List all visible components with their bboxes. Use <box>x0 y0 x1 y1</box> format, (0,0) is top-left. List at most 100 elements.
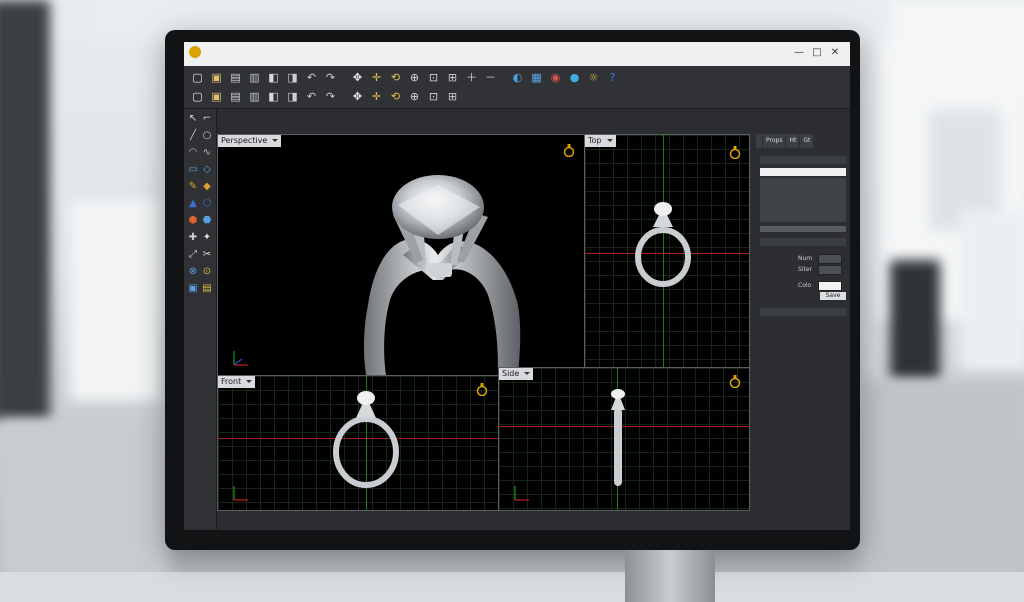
material-icon[interactable]: ● <box>567 70 582 85</box>
point-icon[interactable]: ▥ <box>247 89 262 104</box>
tool-palette-icon[interactable]: ⊗ <box>187 266 199 278</box>
tab-ht[interactable]: Ht <box>786 134 800 148</box>
color-swatch[interactable] <box>818 281 842 291</box>
viewport-front[interactable]: Front <box>217 375 499 511</box>
ring-icon[interactable] <box>476 382 488 396</box>
blurred-shelf-left <box>0 0 50 420</box>
render-icon[interactable]: ◉ <box>548 70 563 85</box>
ring-icon[interactable] <box>729 145 741 159</box>
tool-palette-icon[interactable]: ⤢ <box>187 249 199 261</box>
tool-palette-icon[interactable]: ▭ <box>187 164 199 176</box>
panel-icon-row <box>760 156 846 164</box>
layer-icon[interactable]: ⊞ <box>445 89 460 104</box>
transform-icon[interactable]: ✥ <box>350 89 365 104</box>
blurred-monitor-left <box>70 200 160 400</box>
viewport-perspective[interactable]: Perspective <box>217 134 585 376</box>
viewport-front-label[interactable]: Front <box>218 376 256 388</box>
tool-palette-icon[interactable]: ⊙ <box>201 266 213 278</box>
blurred-monitor-right <box>960 210 1024 370</box>
tool-palette-icon[interactable]: ✦ <box>201 232 213 244</box>
redo-icon[interactable]: ↷ <box>323 70 338 85</box>
tool-palette-icon[interactable]: ▲ <box>187 198 199 210</box>
tool-palette-icon[interactable]: ✚ <box>187 232 199 244</box>
tool-palette-icon[interactable]: ◠ <box>187 147 199 159</box>
tool-palette-icon[interactable]: ⬣ <box>201 215 213 227</box>
num-label: Num <box>798 255 813 262</box>
open-icon[interactable]: ▣ <box>209 70 224 85</box>
viewport-top[interactable]: Top <box>584 134 750 368</box>
minimize-button[interactable]: — <box>792 47 806 59</box>
ring-icon[interactable] <box>729 374 741 388</box>
layer-list[interactable] <box>760 178 846 222</box>
tool-palette-icon[interactable]: ○ <box>201 130 213 142</box>
ring-render-front <box>333 391 399 488</box>
viewport-side[interactable]: Side <box>498 367 750 511</box>
solid-icon[interactable]: ↶ <box>304 89 319 104</box>
tool-palette-icon[interactable]: ▤ <box>201 283 213 295</box>
fillet-icon[interactable]: ⊕ <box>407 89 422 104</box>
color-label: Colo <box>798 282 812 289</box>
monitor: — □ ✕ ▢ ▣ ▤ ▥ ◧ ◨ ↶ ↷ ✥ ✛ ⟲ ⊕ ⊡ ⊞ ＋－ ◐ ▦ ◉ ● ☼? ▢ ▣ ▤ ▥ ◧ ◨ ↶ ↷ ✥ ✛ ⟲… <box>165 30 860 602</box>
tool-palette-icon[interactable]: ⌐ <box>201 113 213 125</box>
tool-palette-icon[interactable]: ▣ <box>187 283 199 295</box>
tab-props[interactable]: Props <box>763 134 786 148</box>
tool-palette-icon[interactable]: ◇ <box>201 164 213 176</box>
viewport-side-label[interactable]: Side <box>499 368 534 380</box>
curve-icon[interactable]: ◧ <box>266 89 281 104</box>
axis-gizmo-icon <box>514 486 529 501</box>
app-logo-icon <box>189 46 201 58</box>
zoom-icon[interactable]: ⊕ <box>407 70 422 85</box>
zoom-window-icon[interactable]: ⊡ <box>426 70 441 85</box>
dimension-icon[interactable]: ⊡ <box>426 89 441 104</box>
undo-icon[interactable]: ↶ <box>304 70 319 85</box>
tool-palette-icon[interactable]: ◆ <box>201 181 213 193</box>
blurred-desk-left <box>0 420 170 572</box>
tool-palette-icon[interactable]: ↖ <box>187 113 199 125</box>
grid-icon[interactable]: ▦ <box>529 70 544 85</box>
pan-icon[interactable]: ✥ <box>350 70 365 85</box>
siter-field[interactable] <box>818 265 842 275</box>
axis-gizmo-icon <box>233 351 248 366</box>
save-icon[interactable]: ▤ <box>228 70 243 85</box>
tab-home[interactable] <box>756 134 762 148</box>
tool-palette-icon[interactable]: ╱ <box>187 130 199 142</box>
title-bar: — □ ✕ <box>184 42 850 66</box>
mesh-icon[interactable]: ↷ <box>323 89 338 104</box>
layer-list-header[interactable] <box>760 168 846 176</box>
array-icon[interactable]: ✛ <box>369 89 384 104</box>
close-button[interactable]: ✕ <box>828 47 842 59</box>
tab-gt[interactable]: Gt <box>800 134 814 148</box>
viewport-top-label[interactable]: Top <box>585 135 616 147</box>
maximize-button[interactable]: □ <box>810 47 824 59</box>
tool-palette-icon[interactable]: ⬢ <box>187 215 199 227</box>
section-header[interactable] <box>760 238 846 246</box>
save-button[interactable]: Save <box>820 292 846 300</box>
toolbar-row-2: ▢ ▣ ▤ ▥ ◧ ◨ ↶ ↷ ✥ ✛ ⟲ ⊕ ⊡ ⊞ <box>190 89 462 107</box>
boolean-icon[interactable]: ⟲ <box>388 89 403 104</box>
zoom-out-icon[interactable]: － <box>483 70 498 85</box>
tool-palette-icon[interactable]: ∿ <box>201 147 213 159</box>
shade-icon[interactable]: ▢ <box>190 89 205 104</box>
new-icon[interactable]: ▢ <box>190 70 205 85</box>
zoom-extents-icon[interactable]: ⊞ <box>445 70 460 85</box>
paste-icon[interactable]: ◨ <box>285 70 300 85</box>
ring-render-perspective <box>363 175 521 375</box>
move-icon[interactable]: ✛ <box>369 70 384 85</box>
wireframe-icon[interactable]: ▣ <box>209 89 224 104</box>
layer-scrollbar[interactable] <box>760 226 846 232</box>
print-icon[interactable]: ▥ <box>247 70 262 85</box>
help-icon[interactable]: ? <box>605 70 620 85</box>
ring-render-top <box>635 202 691 287</box>
num-field[interactable] <box>818 254 842 264</box>
surface-icon[interactable]: ◨ <box>285 89 300 104</box>
section-header-2[interactable] <box>760 308 846 316</box>
tool-palette-icon[interactable]: ⬡ <box>201 198 213 210</box>
select-icon[interactable]: ▤ <box>228 89 243 104</box>
display-icon[interactable]: ◐ <box>510 70 525 85</box>
tool-palette-icon[interactable]: ✂ <box>201 249 213 261</box>
zoom-in-icon[interactable]: ＋ <box>464 70 479 85</box>
rotate-icon[interactable]: ⟲ <box>388 70 403 85</box>
tool-palette-icon[interactable]: ✎ <box>187 181 199 193</box>
copy-icon[interactable]: ◧ <box>266 70 281 85</box>
light-icon[interactable]: ☼ <box>586 70 601 85</box>
